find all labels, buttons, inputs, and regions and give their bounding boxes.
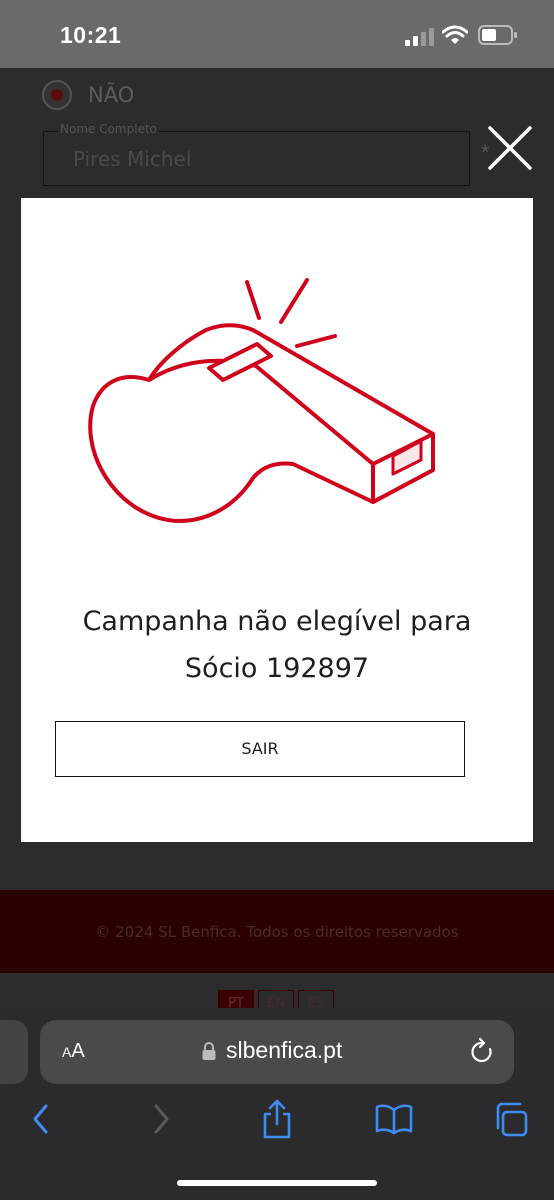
tabs-icon[interactable]: [494, 1098, 530, 1140]
url-text: slbenfica.pt: [226, 1037, 343, 1063]
radio-nao[interactable]: [42, 80, 72, 110]
browser-toolbar: AA slbenfica.pt: [0, 1008, 554, 1200]
battery-icon: [478, 25, 517, 45]
ineligible-modal: Campanha não elegível para Sócio 192897 …: [21, 198, 533, 842]
forward-icon[interactable]: [148, 1098, 174, 1140]
footer-copyright: © 2024 SL Benfica. Todos os direitos res…: [95, 923, 459, 941]
cellular-signal-icon: [405, 28, 434, 46]
exit-button[interactable]: SAIR: [55, 721, 465, 777]
radio-dot: [51, 89, 63, 101]
previous-tab-preview[interactable]: [0, 1020, 28, 1084]
language-es[interactable]: ES: [298, 990, 334, 1010]
full-name-field-label: Nome Completo: [58, 122, 159, 136]
language-pt[interactable]: PT: [218, 990, 254, 1010]
close-icon[interactable]: [486, 124, 534, 172]
text-size-small-a: A: [62, 1044, 72, 1060]
share-icon[interactable]: [260, 1098, 294, 1140]
text-size-button[interactable]: AA: [62, 1040, 85, 1063]
status-time: 10:21: [60, 22, 122, 48]
language-en[interactable]: EN: [258, 990, 294, 1010]
message-line-1: Campanha não elegível para: [82, 606, 472, 637]
status-bar: 10:21: [0, 0, 554, 68]
reload-icon[interactable]: [468, 1037, 496, 1067]
message-line-2: Sócio 192897: [184, 653, 370, 684]
full-name-field-value: Pires Michel: [73, 147, 192, 171]
whistle-icon: [88, 278, 435, 523]
home-indicator: [177, 1180, 377, 1186]
lock-icon: [202, 1042, 216, 1060]
ineligible-message: Campanha não elegível para Sócio 192897: [21, 598, 533, 692]
bookmarks-icon[interactable]: [374, 1098, 414, 1140]
back-icon[interactable]: [28, 1098, 54, 1140]
wifi-icon: [442, 25, 468, 44]
address-bar[interactable]: AA slbenfica.pt: [40, 1020, 514, 1084]
text-size-large-a: A: [71, 1040, 85, 1062]
radio-label-nao: NÃO: [88, 83, 135, 107]
